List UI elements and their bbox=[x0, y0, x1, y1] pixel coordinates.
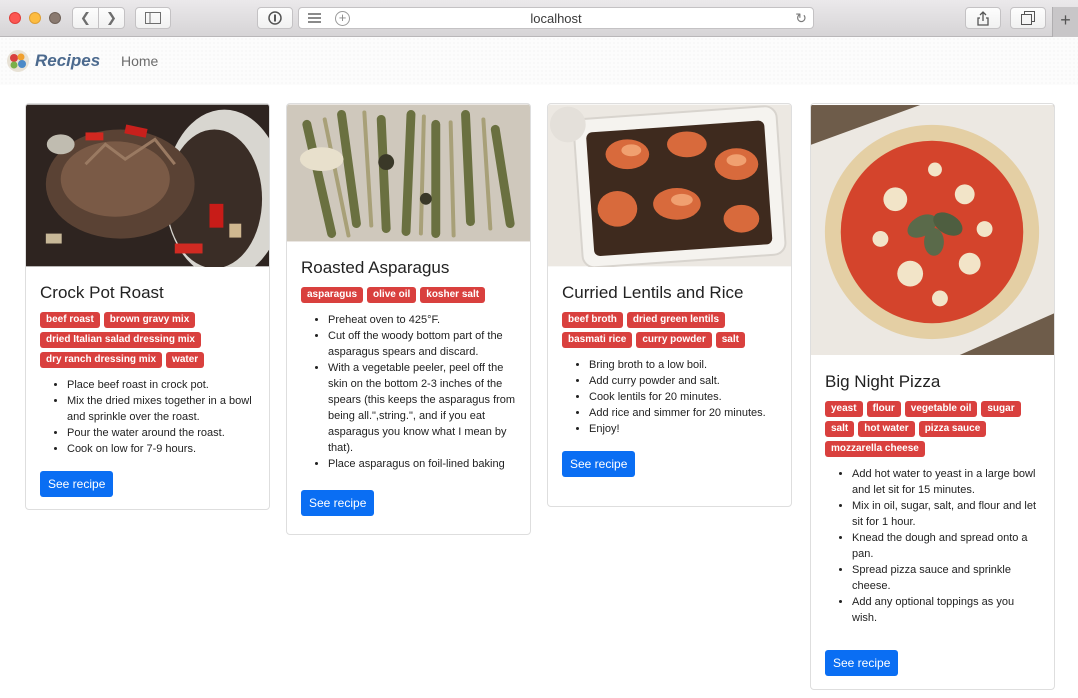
recipe-image bbox=[26, 104, 269, 267]
ingredient-tags: asparagus olive oil kosher salt bbox=[301, 287, 516, 303]
step-item: Enjoy! bbox=[589, 421, 777, 437]
ingredient-tag: salt bbox=[715, 332, 745, 348]
ingredient-tag: curry powder bbox=[636, 332, 712, 348]
ingredient-tag: asparagus bbox=[301, 287, 364, 303]
ingredient-tags: beef roast brown gravy mix dried Italian… bbox=[40, 312, 255, 368]
forward-button[interactable]: ❯ bbox=[98, 7, 125, 29]
recipe-title: Roasted Asparagus bbox=[301, 258, 450, 277]
see-recipe-button[interactable]: See recipe bbox=[40, 471, 114, 497]
recipe-image bbox=[287, 104, 530, 242]
ingredient-tag: pizza sauce bbox=[918, 421, 987, 437]
step-item: Knead the dough and spread onto a pan. bbox=[852, 530, 1040, 562]
ingredient-tag: dry ranch dressing mix bbox=[40, 352, 163, 368]
back-button[interactable]: ❮ bbox=[72, 7, 99, 29]
step-item: Cook lentils for 20 minutes. bbox=[589, 389, 777, 405]
address-bar[interactable]: + localhost ↻ bbox=[298, 7, 814, 29]
ingredient-tag: basmati rice bbox=[562, 332, 633, 348]
step-item: Add rice and simmer for 20 minutes. bbox=[589, 405, 777, 421]
ingredient-tag: flour bbox=[866, 401, 901, 417]
recipe-title: Crock Pot Roast bbox=[40, 283, 164, 302]
ingredient-tag: kosher salt bbox=[420, 287, 486, 303]
ingredient-tag: vegetable oil bbox=[904, 401, 978, 417]
step-item: Add any optional toppings as you wish. bbox=[852, 594, 1040, 626]
recipe-image bbox=[548, 104, 791, 267]
browser-toolbar: ❮ ❯ + localhost ↻ + bbox=[0, 0, 1078, 37]
recipe-steps: Place beef roast in crock pot. Mix the d… bbox=[40, 377, 255, 457]
recipe-title: Big Night Pizza bbox=[825, 372, 941, 391]
step-item: Add hot water to yeast in a large bowl a… bbox=[852, 466, 1040, 498]
step-item: Cut off the woody bottom part of the asp… bbox=[328, 328, 516, 360]
recipe-card: Roasted Asparagus asparagus olive oil ko… bbox=[286, 103, 531, 535]
ingredient-tag: brown gravy mix bbox=[103, 312, 196, 328]
ingredient-tag: sugar bbox=[981, 401, 1021, 417]
url-text: localhost bbox=[530, 11, 582, 26]
share-button[interactable] bbox=[965, 7, 1001, 29]
minimize-window-button[interactable] bbox=[29, 12, 41, 24]
step-item: Preheat oven to 425°F. bbox=[328, 312, 516, 328]
reload-icon[interactable]: ↻ bbox=[795, 10, 807, 27]
see-recipe-button[interactable]: See recipe bbox=[562, 451, 636, 477]
recipe-card: Crock Pot Roast beef roast brown gravy m… bbox=[25, 103, 270, 510]
ingredient-tags: beef broth dried green lentils basmati r… bbox=[562, 312, 777, 348]
zoom-window-button[interactable] bbox=[49, 12, 61, 24]
tabs-icon bbox=[1021, 11, 1035, 25]
show-tabs-button[interactable] bbox=[1010, 7, 1046, 29]
password-manager-button[interactable] bbox=[257, 7, 293, 29]
ingredient-tag: salt bbox=[825, 421, 855, 437]
recipe-card: Curried Lentils and Rice beef broth drie… bbox=[547, 103, 792, 507]
brand-link[interactable]: Recipes bbox=[35, 51, 100, 71]
step-item: Mix the dried mixes together in a bowl a… bbox=[67, 393, 255, 425]
chevron-right-icon: ❯ bbox=[106, 10, 117, 25]
ingredient-tag: dried green lentils bbox=[626, 312, 726, 328]
step-item: Place asparagus on foil-lined baking bbox=[328, 456, 516, 472]
step-item: Cook on low for 7-9 hours. bbox=[67, 441, 255, 457]
chevron-left-icon: ❮ bbox=[80, 10, 91, 25]
recipe-steps: Add hot water to yeast in a large bowl a… bbox=[825, 466, 1040, 626]
ingredient-tag: beef broth bbox=[562, 312, 623, 328]
navbar: Recipes Home bbox=[0, 37, 1078, 85]
step-item: Mix in oil, sugar, salt, and flour and l… bbox=[852, 498, 1040, 530]
step-item: Bring broth to a low boil. bbox=[589, 357, 777, 373]
share-icon bbox=[977, 10, 989, 26]
recipe-steps: Preheat oven to 425°F. Cut off the woody… bbox=[301, 312, 516, 472]
recipe-title: Curried Lentils and Rice bbox=[562, 283, 744, 302]
password-icon bbox=[268, 11, 282, 25]
close-window-button[interactable] bbox=[9, 12, 21, 24]
ingredient-tags: yeast flour vegetable oil sugar salt hot… bbox=[825, 401, 1040, 457]
ingredient-tag: yeast bbox=[825, 401, 863, 417]
recipe-image bbox=[811, 105, 1054, 355]
step-item: Place beef roast in crock pot. bbox=[67, 377, 255, 393]
ingredient-tag: hot water bbox=[858, 421, 915, 437]
see-recipe-button[interactable]: See recipe bbox=[825, 650, 899, 676]
see-recipe-button[interactable]: See recipe bbox=[301, 490, 375, 516]
ingredient-tag: mozzarella cheese bbox=[825, 441, 925, 457]
sidebar-toggle-button[interactable] bbox=[135, 7, 171, 29]
ingredient-tag: beef roast bbox=[40, 312, 100, 328]
step-item: Add curry powder and salt. bbox=[589, 373, 777, 389]
step-item: Pour the water around the roast. bbox=[67, 425, 255, 441]
new-tab-button[interactable]: + bbox=[1052, 7, 1078, 37]
nav-home-link[interactable]: Home bbox=[121, 53, 158, 69]
ingredient-tag: water bbox=[166, 352, 205, 368]
step-item: Spread pizza sauce and sprinkle cheese. bbox=[852, 562, 1040, 594]
recipe-card: Big Night Pizza yeast flour vegetable oi… bbox=[810, 103, 1055, 690]
ingredient-tag: dried Italian salad dressing mix bbox=[40, 332, 201, 348]
recipe-steps: Bring broth to a low boil. Add curry pow… bbox=[562, 357, 777, 437]
step-item: With a vegetable peeler, peel off the sk… bbox=[328, 360, 516, 456]
ingredient-tag: olive oil bbox=[367, 287, 417, 303]
recipes-logo-icon bbox=[7, 50, 29, 72]
sidebar-icon bbox=[145, 12, 161, 24]
